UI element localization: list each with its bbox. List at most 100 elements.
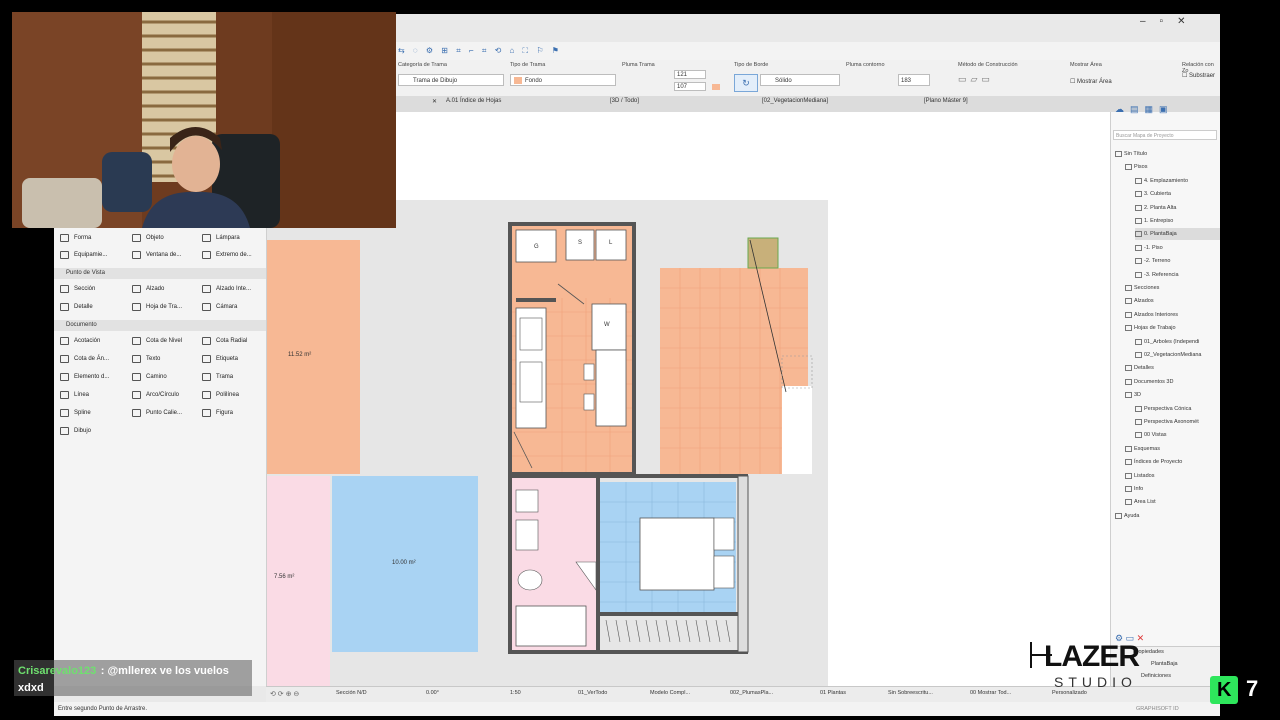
tool-figura[interactable]: Figura xyxy=(202,406,233,420)
tool-cota-angulo[interactable]: Cota de Án... xyxy=(60,352,109,366)
tool-lampara[interactable]: Lámpara xyxy=(202,231,240,245)
sb-scale[interactable]: 1:50 xyxy=(510,690,521,696)
tool-etiqueta[interactable]: Etiqueta xyxy=(202,352,238,366)
toolbar-icons[interactable]: ⇆ ◌ ⚙ ⊞ ⌗ ⌐ ⌗ ⟲ ⌂ ⛶ ⚐ ⚑ xyxy=(398,46,562,56)
nav-item[interactable]: Perspectiva Axonomét xyxy=(1135,416,1220,428)
tool-punto-caliente[interactable]: Punto Calie... xyxy=(132,406,182,420)
tool-forma[interactable]: Forma xyxy=(60,231,91,245)
nav-item[interactable]: 01_Arboles (Independi xyxy=(1135,336,1220,348)
tool-extremo[interactable]: Extremo de... xyxy=(202,248,252,262)
definitions-button[interactable]: Definiciones xyxy=(1141,673,1171,679)
tool-texto[interactable]: Texto xyxy=(132,352,160,366)
section-document[interactable]: Documento xyxy=(54,320,266,331)
nav-item[interactable]: 00 Vistas xyxy=(1135,429,1220,441)
stool-1 xyxy=(583,363,595,381)
nav-item[interactable]: -2. Terreno xyxy=(1135,255,1220,267)
nav-item-label: Pisos xyxy=(1134,164,1148,171)
sb-pen-set[interactable]: 002_PlumasPla... xyxy=(730,690,773,696)
sb-section[interactable]: Sección N/D xyxy=(336,690,367,696)
nav-item[interactable]: Esquemas xyxy=(1125,443,1220,455)
section-viewpoint[interactable]: Punto de Vista xyxy=(54,268,266,279)
contour-pen-field[interactable]: 183 xyxy=(898,74,930,86)
nav-item[interactable]: -1. Piso xyxy=(1135,242,1220,254)
logo-main-text: LAZER xyxy=(1044,640,1140,673)
tool-cota-nivel[interactable]: Cota de Nivel xyxy=(132,334,182,348)
tool-arco[interactable]: Arco/Círculo xyxy=(132,388,179,402)
nav-item[interactable]: Secciones xyxy=(1125,282,1220,294)
wall-end-icon xyxy=(202,251,211,259)
tool-polilinea[interactable]: Polilínea xyxy=(202,388,239,402)
tool-camara[interactable]: Cámara xyxy=(202,300,237,314)
sb-angle[interactable]: 0.00° xyxy=(426,690,439,696)
show-area-checkbox[interactable]: ☐ Mostrar Área xyxy=(1070,78,1112,85)
border-type-select[interactable]: Sólido xyxy=(760,74,840,86)
border-toggle-icon[interactable]: ↻ xyxy=(734,74,758,92)
fill-type-select[interactable]: Fondo xyxy=(510,74,616,86)
tool-camino[interactable]: Camino xyxy=(132,370,167,384)
tool-hoja-trabajo[interactable]: Hoja de Tra... xyxy=(132,300,182,314)
construction-method-icons[interactable]: ▭▱▭ xyxy=(958,74,994,85)
sb-model-view[interactable]: Modelo Compl... xyxy=(650,690,690,696)
tool-elemento[interactable]: Elemento d... xyxy=(60,370,109,384)
tool-dibujo[interactable]: Dibujo xyxy=(60,424,91,438)
navigator-mode-icons[interactable]: ☁▤▦▣ xyxy=(1115,104,1174,115)
nav-item[interactable]: Pisos xyxy=(1125,161,1220,173)
tab-master-plan[interactable]: [Plano Máster 9] xyxy=(924,98,968,104)
tool-seccion[interactable]: Sección xyxy=(60,282,95,296)
tab-close-icon[interactable]: ✕ xyxy=(432,98,437,105)
nav-item[interactable]: Area List xyxy=(1125,496,1220,508)
subtract-checkbox[interactable]: ☐ Substraer xyxy=(1182,72,1215,79)
tab-vegetation[interactable]: [02_VegetacionMediana] xyxy=(762,98,828,104)
tool-detalle[interactable]: Detalle xyxy=(60,300,93,314)
nav-item[interactable]: 3. Cubierta xyxy=(1135,188,1220,200)
nav-item[interactable]: -3. Referencia xyxy=(1135,269,1220,281)
nav-item[interactable]: Sin Título xyxy=(1115,148,1220,160)
nav-item-label: Perspectiva Axonomét xyxy=(1144,419,1199,425)
sb-mvo[interactable]: 01 Plantas xyxy=(820,690,846,696)
sb-renovation[interactable]: 00 Mostrar Tod... xyxy=(970,690,1011,696)
window-controls[interactable]: –▫✕ xyxy=(1140,16,1200,27)
tool-objeto[interactable]: Objeto xyxy=(132,231,164,245)
nav-item[interactable]: 2. Planta Alta xyxy=(1135,202,1220,214)
lazer-studio-logo: LAZER STUDIO xyxy=(1030,638,1142,694)
tool-trama[interactable]: Trama xyxy=(202,370,233,384)
tool-alzado-interior[interactable]: Alzado Inte... xyxy=(202,282,251,296)
nav-item[interactable]: Perspectiva Cónica xyxy=(1135,403,1220,415)
nav-item[interactable]: 4. Emplazamiento xyxy=(1135,175,1220,187)
toolbox-panel: Forma Objeto Lámpara Equipamie... Ventan… xyxy=(54,228,267,686)
nav-item[interactable]: 02_VegetacionMediana xyxy=(1135,349,1220,361)
sb-override[interactable]: Sin Sobreescritu... xyxy=(888,690,933,696)
tool-cota-radial[interactable]: Cota Radial xyxy=(202,334,247,348)
nav-item[interactable]: Ayuda xyxy=(1115,510,1220,522)
fill-pen-2[interactable]: 107 xyxy=(674,82,706,91)
fill-pen-1[interactable]: 121 xyxy=(674,70,706,79)
navigator-search-input[interactable]: Buscar Mapa de Proyecto xyxy=(1113,130,1217,140)
nav-item[interactable]: 1. Entrepiso xyxy=(1135,215,1220,227)
tool-alzado[interactable]: Alzado xyxy=(132,282,164,296)
nav-item[interactable]: Info xyxy=(1125,483,1220,495)
nav-item[interactable]: Índices de Proyecto xyxy=(1125,456,1220,468)
sb-layer-combo[interactable]: 01_VerTodo xyxy=(578,690,607,696)
nav-item[interactable]: Alzados Interiores xyxy=(1125,309,1220,321)
folder-icon xyxy=(1135,419,1142,425)
nav-item[interactable]: Listados xyxy=(1125,470,1220,482)
tab-sheet-index[interactable]: A.01 Índice de Hojas xyxy=(446,98,501,104)
folder-icon xyxy=(1135,177,1142,184)
nav-item[interactable]: Hojas de Trabajo xyxy=(1125,322,1220,334)
nav-item-label: 01_Arboles (Independi xyxy=(1144,338,1200,345)
fixture-label-g: G xyxy=(534,244,539,250)
nav-item[interactable]: 3D xyxy=(1125,389,1220,401)
nav-item[interactable]: Detalles xyxy=(1125,362,1220,374)
tool-linea[interactable]: Línea xyxy=(60,388,89,402)
tool-equipamiento[interactable]: Equipamie... xyxy=(60,248,107,262)
tab-3d-all[interactable]: [3D / Todo] xyxy=(610,98,639,104)
zoom-icons[interactable]: ⟲ ⟳ ⊕ ⊖ xyxy=(270,690,299,698)
tool-spline[interactable]: Spline xyxy=(60,406,91,420)
folder-icon xyxy=(1125,365,1132,372)
nav-item[interactable]: Documentos 3D xyxy=(1125,376,1220,388)
nav-item[interactable]: Alzados xyxy=(1125,295,1220,307)
tool-acotacion[interactable]: Acotación xyxy=(60,334,100,348)
fill-category-select[interactable]: Trama de Dibujo xyxy=(398,74,504,86)
nav-item[interactable]: 0. PlantaBaja xyxy=(1135,228,1220,241)
tool-ventana[interactable]: Ventana de... xyxy=(132,248,181,262)
